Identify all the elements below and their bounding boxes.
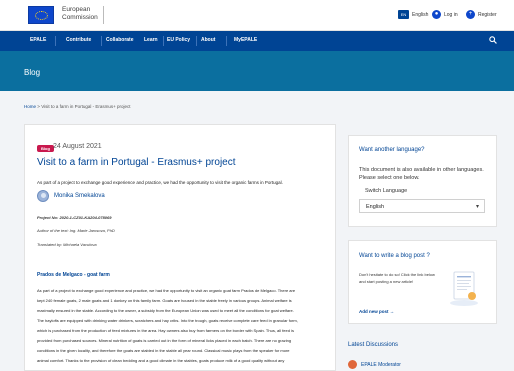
plus-icon: + bbox=[466, 10, 475, 19]
nav-separator bbox=[55, 36, 56, 46]
latest-discussion-item[interactable]: EPALE Moderator bbox=[348, 360, 401, 369]
european-commission-logo[interactable] bbox=[28, 6, 54, 24]
article-card: Blog 24 August 2021 Visit to a farm in P… bbox=[24, 124, 336, 371]
commission-name: European Commission bbox=[62, 6, 98, 22]
top-bar: European Commission EN English ● Log in … bbox=[0, 0, 514, 31]
avatar bbox=[37, 190, 49, 202]
main-nav: EPALE Contribute Collaborate Learn EU Po… bbox=[0, 31, 514, 51]
nav-item-myepale[interactable]: MyEPALE bbox=[234, 37, 257, 43]
breadcrumb: Home > Visit to a farm in Portugal - Era… bbox=[24, 104, 131, 109]
page-title: Blog bbox=[24, 68, 41, 77]
language-icon: EN bbox=[398, 10, 409, 19]
write-blog-card: Want to write a blog post ? Don't hesita… bbox=[348, 240, 497, 324]
author-name[interactable]: Monika Smekalova bbox=[54, 193, 105, 199]
discussion-title[interactable]: EPALE Moderator bbox=[361, 362, 401, 368]
language-selector[interactable]: EN English bbox=[398, 10, 428, 19]
switch-language-label: Switch Language bbox=[365, 188, 408, 194]
article-author[interactable]: Monika Smekalova bbox=[37, 190, 105, 202]
chevron-down-icon: ▾ bbox=[475, 204, 479, 210]
language-label: English bbox=[412, 11, 429, 18]
language-card-text: This document is also available in other… bbox=[359, 167, 484, 181]
nav-separator bbox=[196, 36, 197, 46]
nav-separator bbox=[101, 36, 102, 46]
body-line: The haylofts are equipped with drinking … bbox=[37, 318, 298, 323]
search-icon[interactable] bbox=[489, 36, 497, 44]
article-date: 24 August 2021 bbox=[53, 143, 102, 150]
section-heading: Prados de Melgaco - goat farm bbox=[37, 272, 110, 278]
breadcrumb-home[interactable]: Home bbox=[24, 104, 36, 109]
body-line: conditions in the given locality, and th… bbox=[37, 348, 290, 353]
page-banner: Blog bbox=[0, 51, 514, 91]
document-illustration-icon bbox=[450, 271, 478, 306]
nav-item-learn[interactable]: Learn bbox=[144, 37, 158, 43]
nav-item-collaborate[interactable]: Collaborate bbox=[106, 37, 134, 43]
nav-separator bbox=[163, 36, 164, 46]
breadcrumb-separator: > bbox=[37, 104, 40, 109]
nav-item-epale[interactable]: EPALE bbox=[30, 37, 46, 43]
nav-item-eu-policy[interactable]: EU Policy bbox=[167, 37, 190, 43]
login-link[interactable]: ● Log in bbox=[432, 10, 458, 19]
body-line: provided from purchased sources. Mineral… bbox=[37, 338, 292, 343]
translator: Translated by: Michaela Vaculova bbox=[37, 242, 97, 247]
content-type-badge: Blog bbox=[37, 145, 54, 152]
language-select[interactable]: English ▾ bbox=[359, 199, 485, 213]
article-intro: As part of a project to exchange good ex… bbox=[37, 180, 283, 185]
body-line: maximally ensured in the stable. Accordi… bbox=[37, 308, 294, 313]
write-blog-heading: Want to write a blog post ? bbox=[359, 253, 430, 259]
article-body: As part of a project to exchange good ex… bbox=[37, 286, 327, 366]
nav-separator bbox=[226, 36, 227, 46]
user-icon: ● bbox=[432, 10, 441, 19]
article-title: Visit to a farm in Portugal - Erasmus+ p… bbox=[37, 157, 236, 168]
language-card-heading: Want another language? bbox=[359, 147, 425, 153]
body-line: which is purchased from the production o… bbox=[37, 328, 294, 333]
project-number: Project No: 2020-1-CZ01-KA204-078069 bbox=[37, 215, 112, 220]
body-line: As part of a project to exchange good ex… bbox=[37, 288, 296, 293]
latest-discussions-heading: Latest Discussions bbox=[348, 342, 399, 348]
discussion-avatar-icon bbox=[348, 360, 357, 369]
text-author: Author of the text: Ing. Marie Jarosova,… bbox=[37, 228, 115, 233]
eu-stars-icon bbox=[35, 11, 48, 20]
add-new-post-link[interactable]: Add new post → bbox=[359, 309, 394, 314]
breadcrumb-current: Visit to a farm in Portugal - Erasmus+ p… bbox=[41, 104, 131, 109]
commission-line-2: Commission bbox=[62, 14, 98, 21]
register-label: Register bbox=[478, 11, 497, 18]
register-link[interactable]: + Register bbox=[466, 10, 497, 19]
body-line: animal comfort. Thanks to the provision … bbox=[37, 358, 285, 363]
language-select-value: English bbox=[366, 204, 385, 210]
body-line: kept 240 female goats, 2 male goats and … bbox=[37, 298, 292, 303]
language-card: Want another language? This document is … bbox=[348, 135, 497, 227]
login-label: Log in bbox=[444, 11, 458, 18]
commission-line-1: European bbox=[62, 6, 91, 13]
nav-item-contribute[interactable]: Contribute bbox=[66, 37, 91, 43]
logo-divider bbox=[103, 6, 104, 24]
nav-item-about[interactable]: About bbox=[201, 37, 215, 43]
write-blog-text: Don't hesitate to do so! Click the link … bbox=[359, 272, 435, 284]
